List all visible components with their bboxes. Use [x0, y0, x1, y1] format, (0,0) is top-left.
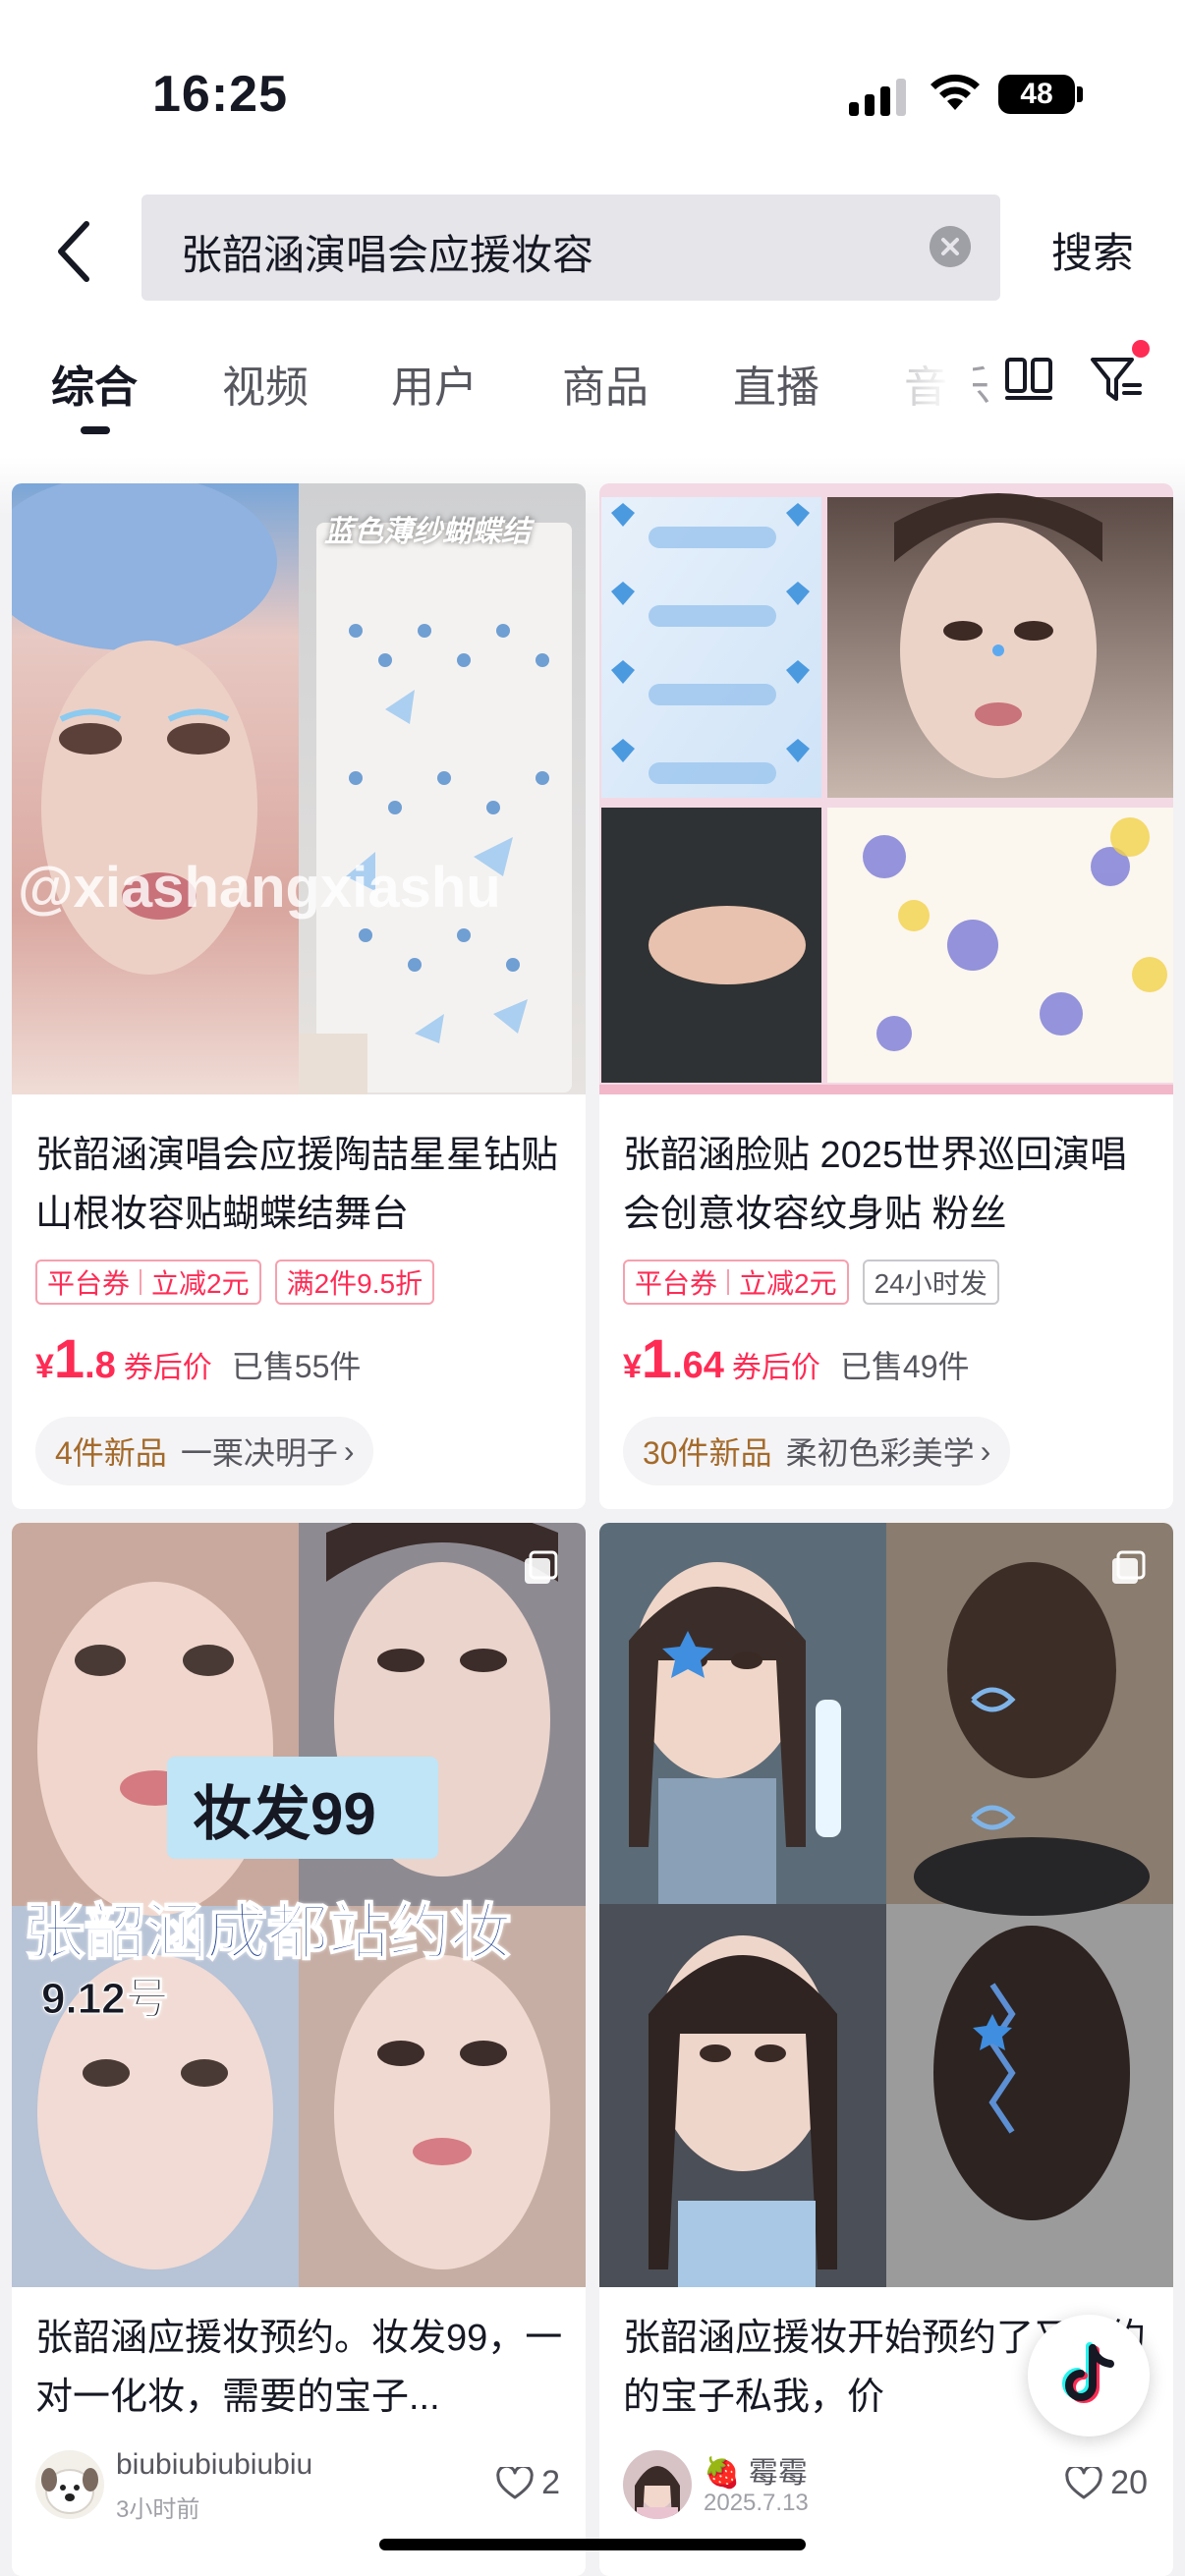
avatar[interactable] — [623, 2450, 692, 2519]
author-row[interactable]: 🍓 霉霉 2025.7.13 20 — [623, 2446, 1154, 2525]
price-row: ¥ 1 .8 券后价 已售55件 — [35, 1326, 361, 1390]
battery-indicator: 48 — [998, 75, 1075, 114]
wifi-icon — [931, 74, 980, 110]
product-card-1[interactable]: 蓝色薄纱蝴蝶结 @xiashangxiashu 张韶涵演唱会应援陶喆星星钻贴山根… — [12, 483, 586, 1509]
tab-users[interactable]: 用户 — [391, 352, 478, 415]
price-decimal: .8 — [85, 1345, 116, 1386]
post-cover-image[interactable] — [599, 1523, 1173, 2287]
cover-badge-text: 妆发99 — [193, 1781, 376, 1847]
price-symbol: ¥ — [623, 1348, 642, 1385]
tiktok-icon — [1062, 2342, 1114, 2403]
shop-link[interactable]: 4件新品 一栗决明子 › — [35, 1417, 374, 1485]
promo-tags: 平台券 立减2元 满2件9.5折 — [35, 1260, 435, 1305]
price-integer: 1 — [641, 1327, 673, 1389]
discount-tag: 满2件9.5折 — [274, 1260, 435, 1305]
image-caption: 蓝色薄纱蝴蝶结 — [324, 516, 531, 548]
sold-count: 已售55件 — [231, 1349, 362, 1384]
price-note: 券后价 — [731, 1352, 820, 1384]
multi-image-icon — [525, 1550, 558, 1584]
multi-image-icon — [1112, 1550, 1146, 1584]
post-time: 2025.7.13 — [704, 2490, 809, 2516]
product-title[interactable]: 张韶涵演唱会应援陶喆星星钻贴山根妆容贴蝴蝶结舞台 — [35, 1126, 566, 1244]
cover-date: 9.12号 — [41, 1975, 170, 2024]
shop-name: 一栗决明子 — [180, 1435, 338, 1471]
price-symbol: ¥ — [35, 1348, 54, 1385]
cover-headline: 张韶涵成都站约妆 — [23, 1898, 512, 1968]
search-input[interactable]: 张韶涵演唱会应援妆容 — [141, 195, 1000, 301]
tab-video[interactable]: 视频 — [222, 352, 309, 415]
heart-icon — [1065, 2466, 1102, 2498]
tab-comprehensive[interactable]: 综合 — [51, 352, 138, 415]
back-arrow-icon[interactable] — [43, 212, 112, 291]
search-query[interactable]: 张韶涵演唱会应援妆容 — [181, 222, 593, 282]
tab-fade — [865, 324, 973, 457]
filter-badge-dot — [1132, 340, 1150, 358]
post-time: 3小时前 — [116, 2496, 200, 2523]
status-time: 16:25 — [152, 66, 288, 123]
shop-link[interactable]: 30件新品 柔初色彩美学 › — [623, 1417, 1011, 1485]
price-row: ¥ 1 .64 券后价 已售49件 — [623, 1326, 970, 1390]
author-name: 🍓 霉霉 — [704, 2457, 808, 2490]
shop-new-count: 4件新品 — [55, 1435, 167, 1471]
post-cover-image[interactable]: 妆发99 张韶涵成都站约妆 9.12号 — [12, 1523, 586, 2287]
coupon-tag: 平台券 立减2元 — [623, 1260, 849, 1305]
price-decimal: .64 — [672, 1345, 724, 1386]
floating-tiktok-button[interactable] — [1028, 2315, 1150, 2436]
product-image[interactable]: 蓝色薄纱蝴蝶结 @xiashangxiashu — [12, 483, 586, 1094]
sold-count: 已售49件 — [839, 1349, 970, 1384]
tab-products[interactable]: 商品 — [562, 352, 649, 415]
filter-icon[interactable] — [1089, 352, 1146, 409]
product-title[interactable]: 张韶涵脸贴 2025世界巡回演唱会创意妆容纹身贴 粉丝 — [623, 1126, 1154, 1244]
tab-bar: 综合 视频 用户 商品 直播 音乐 — [0, 324, 1185, 457]
image-watermark: @xiashangxiashu — [18, 856, 501, 920]
like-button[interactable]: 20 — [1065, 2464, 1148, 2502]
active-tab-indicator — [81, 426, 110, 434]
heart-icon — [496, 2466, 534, 2498]
product-image[interactable] — [599, 483, 1173, 1094]
signal-icon — [849, 77, 908, 116]
coupon-tag: 平台券 立减2元 — [35, 1260, 261, 1305]
author-row[interactable]: biubiubiubiubiu 3小时前 2 — [35, 2446, 566, 2525]
status-bar: 16:25 48 — [0, 0, 1185, 177]
grid-layout-icon[interactable] — [1004, 354, 1053, 403]
battery-cap — [1077, 86, 1083, 102]
post-title[interactable]: 张韶涵应援妆预约。妆发99，一对一化妆，需要的宝子... — [35, 2309, 566, 2427]
product-card-2[interactable]: 张韶涵脸贴 2025世界巡回演唱会创意妆容纹身贴 粉丝 平台券 立减2元 24小时… — [599, 483, 1173, 1509]
promo-tags: 平台券 立减2元 24小时发 — [623, 1260, 999, 1305]
shipping-tag: 24小时发 — [862, 1260, 999, 1305]
shop-new-count: 30件新品 — [643, 1435, 772, 1471]
post-card-1[interactable]: 妆发99 张韶涵成都站约妆 9.12号 张韶涵应援妆预约。妆发99，一对一化妆，… — [12, 1523, 586, 2576]
like-button[interactable]: 2 — [496, 2464, 560, 2502]
clear-icon[interactable] — [930, 226, 971, 267]
chevron-right-icon: › — [980, 1432, 991, 1469]
like-count: 2 — [541, 2464, 560, 2501]
shop-name: 柔初色彩美学 — [785, 1435, 975, 1471]
price-integer: 1 — [53, 1327, 85, 1389]
like-count: 20 — [1110, 2464, 1148, 2501]
search-button[interactable]: 搜索 — [1051, 220, 1134, 280]
chevron-right-icon: › — [343, 1432, 355, 1469]
tab-live[interactable]: 直播 — [733, 352, 819, 415]
home-indicator — [379, 2539, 806, 2550]
search-header: 张韶涵演唱会应援妆容 搜索 — [0, 177, 1185, 324]
author-name: biubiubiubiubiu — [116, 2448, 313, 2481]
price-note: 券后价 — [123, 1352, 212, 1384]
avatar[interactable] — [35, 2450, 104, 2519]
